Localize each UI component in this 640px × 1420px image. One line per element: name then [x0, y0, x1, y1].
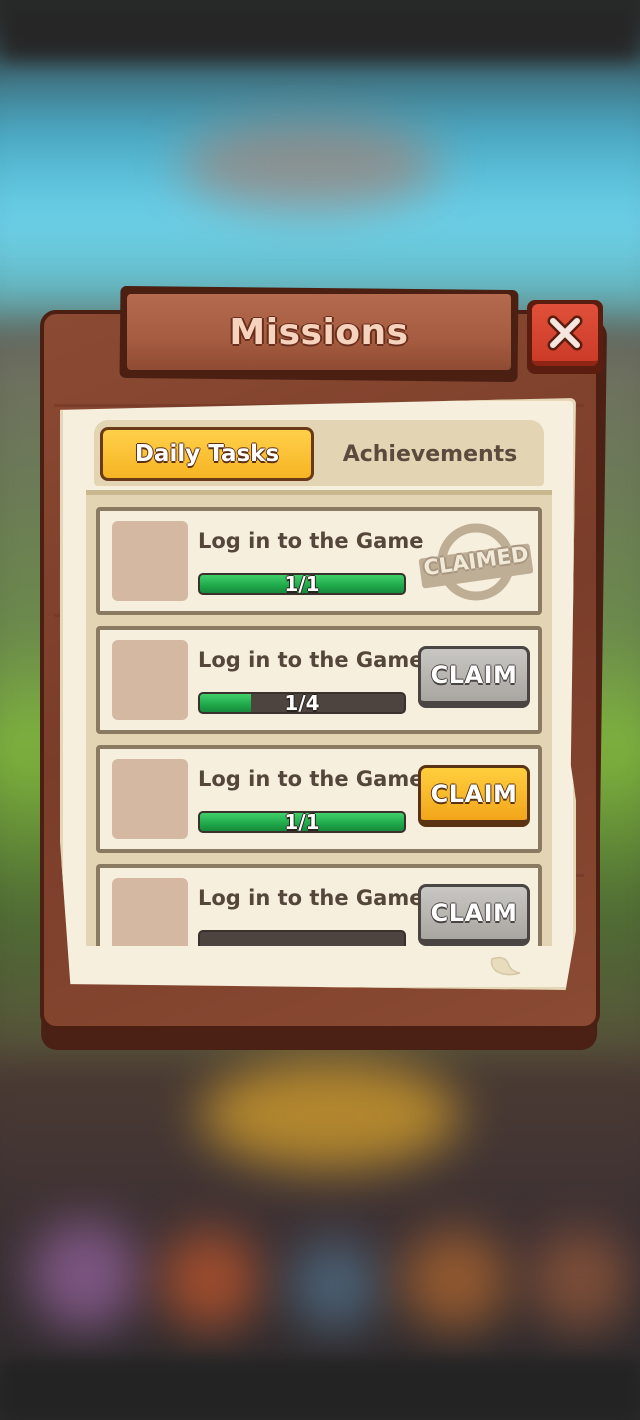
- mission-label: Log in to the Game: [198, 886, 424, 910]
- mission-icon-placeholder: [112, 640, 188, 720]
- claim-button-disabled[interactable]: CLAIM: [418, 646, 530, 708]
- mission-row: Log in to the Game 1/1 CLAIM: [96, 745, 542, 853]
- progress-bar: 1/1: [198, 573, 406, 595]
- mission-icon-placeholder: [112, 759, 188, 839]
- claim-button-disabled[interactable]: CLAIM: [418, 884, 530, 946]
- mission-row: Log in to the Game CLAIM: [96, 864, 542, 946]
- claimed-stamp: CLAIMED: [418, 519, 534, 605]
- progress-text: 1/1: [284, 573, 320, 595]
- progress-bar: 1/4: [198, 692, 406, 714]
- claim-button-label: CLAIM: [430, 661, 518, 689]
- claim-button[interactable]: CLAIM: [418, 765, 530, 827]
- progress-text: 1/1: [284, 811, 320, 833]
- mission-icon-placeholder: [112, 878, 188, 946]
- tab-achievements-label: Achievements: [342, 441, 518, 467]
- progress-text: [200, 932, 404, 946]
- progress-bar: 1/1: [198, 811, 406, 833]
- claim-button-label: CLAIM: [430, 899, 518, 927]
- mission-list[interactable]: Log in to the Game 1/1 CLAIMED Log in to…: [86, 490, 552, 946]
- progress-bar: [198, 930, 406, 946]
- claim-button-label: CLAIM: [430, 780, 518, 808]
- tab-achievements[interactable]: Achievements: [330, 427, 530, 481]
- close-x-icon: [547, 315, 583, 350]
- mission-icon-placeholder: [112, 521, 188, 601]
- close-button[interactable]: [527, 300, 603, 374]
- mission-label: Log in to the Game: [198, 529, 424, 553]
- title-banner: Missions: [127, 294, 511, 370]
- page-title: Missions: [229, 311, 409, 353]
- paper-curl: [490, 956, 521, 976]
- mission-row: Log in to the Game 1/4 CLAIM: [96, 626, 542, 734]
- mission-row: Log in to the Game 1/1 CLAIMED: [96, 507, 542, 615]
- tab-daily-tasks-label: Daily Tasks: [134, 441, 280, 467]
- tab-bar: Daily Tasks Achievements: [94, 420, 544, 486]
- progress-text: 1/4: [284, 692, 320, 714]
- tab-daily-tasks[interactable]: Daily Tasks: [100, 427, 314, 481]
- mission-label: Log in to the Game: [198, 648, 424, 672]
- mission-label: Log in to the Game: [198, 767, 424, 791]
